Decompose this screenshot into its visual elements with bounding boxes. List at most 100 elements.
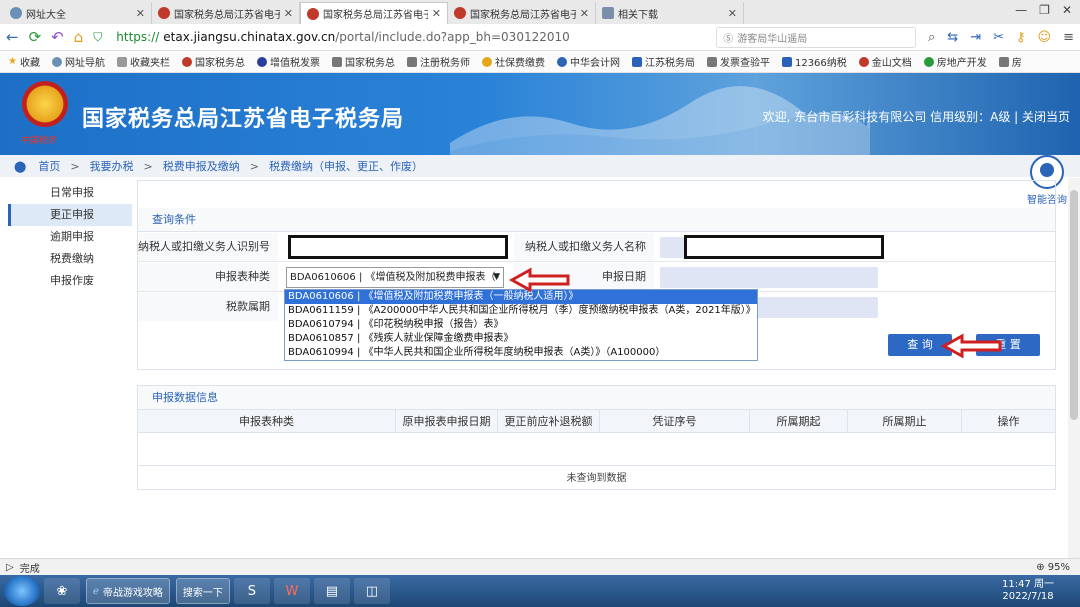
query-row-report-type: 申报表种类 BDA0610606 | 《增值税及附加税费申报表（- ▼ 申报日期 bbox=[138, 263, 1055, 292]
bookmark-item[interactable]: 房 bbox=[998, 54, 1022, 69]
bookmark-item[interactable]: 发票查验平 bbox=[706, 54, 770, 69]
file-explorer-icon[interactable]: ▤ bbox=[313, 578, 350, 604]
reset-button[interactable]: 重 置 bbox=[976, 334, 1040, 356]
minimize-icon[interactable]: — bbox=[1015, 3, 1027, 17]
bookmark-item[interactable]: 房地产开发 bbox=[923, 54, 987, 69]
report-type-dropdown: BDA0610606 | 《增值税及附加税费申报表（一般纳税人适用）》 BDA0… bbox=[284, 289, 758, 361]
report-type-option[interactable]: BDA0610994 | 《中华人民共和国企业所得税年度纳税申报表（A类）》（A… bbox=[285, 346, 757, 360]
scrollbar-thumb[interactable] bbox=[1070, 190, 1078, 420]
globe-icon bbox=[51, 56, 62, 67]
breadcrumb-home[interactable]: 首页 bbox=[38, 158, 60, 174]
sidebar-item-overdue-filing[interactable]: 逾期申报 bbox=[8, 226, 132, 248]
close-icon[interactable]: ✕ bbox=[580, 7, 589, 20]
qq-icon[interactable]: ❀ bbox=[44, 578, 80, 604]
tab-downloads[interactable]: 相关下载 ✕ bbox=[596, 2, 744, 24]
report-date-label: 申报日期 bbox=[514, 263, 654, 291]
close-icon[interactable]: ✕ bbox=[136, 7, 145, 20]
query-button[interactable]: 查 询 bbox=[888, 334, 952, 356]
sidebar-item-routine-filing[interactable]: 日常申报 bbox=[8, 182, 132, 204]
scissors-icon[interactable]: ✂ bbox=[993, 30, 1004, 45]
tab-nav-home[interactable]: 网址大全 ✕ bbox=[4, 2, 152, 24]
tab-etax-3[interactable]: 国家税务总局江苏省电子 ✕ bbox=[448, 2, 596, 24]
column-header: 原申报表申报日期 bbox=[396, 410, 498, 432]
taxpayer-id-field[interactable] bbox=[288, 235, 508, 259]
sidebar-item-tax-payment[interactable]: 税费缴纳 bbox=[8, 248, 132, 270]
window-close-icon[interactable]: ✕ bbox=[1062, 3, 1072, 17]
taxpayer-name-label: 纳税人或扣缴义务人名称 bbox=[514, 233, 654, 261]
sidebar-item-correction-filing[interactable]: 更正申报 bbox=[8, 204, 132, 226]
close-icon[interactable]: ✕ bbox=[728, 7, 737, 20]
breadcrumb-filing[interactable]: 税费申报及缴纳 bbox=[163, 158, 240, 174]
bookmark-item[interactable]: 增值税发票 bbox=[256, 54, 320, 69]
bookmark-item[interactable]: 网址导航 bbox=[51, 54, 105, 69]
url-field[interactable]: https://etax.jiangsu.chinatax.gov.cn/por… bbox=[116, 27, 586, 48]
sogou-icon[interactable]: S bbox=[233, 578, 270, 604]
page-icon bbox=[406, 56, 417, 67]
maximize-icon[interactable]: ❐ bbox=[1039, 3, 1050, 17]
bookmark-item[interactable]: 国家税务总 bbox=[181, 54, 245, 69]
ie-icon: ℯ bbox=[93, 585, 99, 597]
shield-icon: ⛉ bbox=[93, 29, 103, 44]
close-icon[interactable]: ✕ bbox=[432, 7, 441, 20]
browser-status-bar: ▷ 完成 ⊕ 95% bbox=[0, 558, 1080, 575]
invoice-icon bbox=[256, 56, 267, 67]
accounting-icon bbox=[556, 56, 567, 67]
login-icon[interactable]: ⇥ bbox=[970, 30, 981, 45]
bookmark-favorites[interactable]: ★ 收藏 bbox=[8, 54, 40, 69]
bookmark-item[interactable]: 收藏夹栏 bbox=[116, 54, 170, 69]
search-icon[interactable]: ⌕ bbox=[928, 30, 935, 45]
undo-icon[interactable]: ↶ bbox=[51, 28, 64, 46]
wps-icon[interactable]: W bbox=[273, 578, 310, 604]
tab-etax-1[interactable]: 国家税务总局江苏省电子税务局✕ bbox=[152, 2, 300, 24]
taskbar-search[interactable]: 搜索一下 bbox=[175, 578, 230, 604]
browser-search-input[interactable]: Ⓢ 游客局华山遥局 bbox=[716, 26, 917, 48]
bookmark-item[interactable]: 社保费缴费 bbox=[481, 54, 545, 69]
site-title: 国家税务总局江苏省电子税务局 bbox=[82, 107, 405, 132]
report-type-option[interactable]: BDA0610857 | 《残疾人就业保障金缴费申报表》 bbox=[285, 332, 757, 346]
back-icon[interactable]: ← bbox=[6, 28, 19, 46]
smile-icon[interactable]: ☺ bbox=[1038, 30, 1052, 45]
tax-emblem-icon bbox=[454, 7, 466, 19]
close-icon[interactable]: ✕ bbox=[284, 7, 293, 20]
report-type-option[interactable]: BDA0610794 | 《印花税纳税申报（报告）表》 bbox=[285, 318, 757, 332]
bookmark-item[interactable]: 注册税务师 bbox=[406, 54, 470, 69]
report-type-select[interactable]: BDA0610606 | 《增值税及附加税费申报表（- ▼ bbox=[286, 267, 504, 288]
bookmarks-bar: ★ 收藏 网址导航 收藏夹栏 国家税务总 增值税发票 国家税务总 注册税务师 社保… bbox=[0, 51, 1080, 73]
menu-icon[interactable]: ≡ bbox=[1063, 30, 1074, 45]
zoom-level[interactable]: ⊕ 95% bbox=[1036, 562, 1070, 573]
location-pin-icon: ⬤ bbox=[14, 159, 27, 173]
sidebar-item-void-filing[interactable]: 申报作废 bbox=[8, 270, 132, 292]
taskbar-ie-app[interactable]: ℯ 帝战游戏攻略 bbox=[86, 578, 170, 604]
page-scrollbar[interactable] bbox=[1068, 178, 1080, 560]
browser-toolbar: ⌕ ⇆ ⇥ ✂ ⚷ ☺ ≡ bbox=[928, 30, 1074, 45]
bookmark-item[interactable]: 江苏税务局 bbox=[631, 54, 695, 69]
report-type-option[interactable]: BDA0611159 | 《A200000中华人民共和国企业所得税月（季）度预缴… bbox=[285, 304, 757, 318]
bookmark-item[interactable]: 金山文档 bbox=[858, 54, 912, 69]
taxpayer-name-redaction bbox=[684, 235, 884, 259]
bookmark-item[interactable]: 中华会计网 bbox=[556, 54, 620, 69]
report-type-option[interactable]: BDA0610606 | 《增值税及附加税费申报表（一般纳税人适用）》 bbox=[285, 290, 757, 304]
app-icon[interactable]: ◫ bbox=[353, 578, 390, 604]
refresh-icon[interactable]: ⟳ bbox=[29, 28, 42, 46]
caret-down-icon: ▼ bbox=[493, 272, 500, 282]
folder-icon bbox=[116, 56, 127, 67]
query-row-taxpayer: 纳税人或扣缴义务人识别号 纳税人或扣缴义务人名称 bbox=[138, 233, 1055, 262]
breadcrumb-tax-handling[interactable]: 我要办税 bbox=[90, 158, 134, 174]
system-clock[interactable]: 11:47 周一 2022/7/18 bbox=[1002, 579, 1054, 603]
tab-etax-active[interactable]: 国家税务总局江苏省电子 ✕ bbox=[300, 2, 448, 24]
user-welcome[interactable]: 欢迎, 东台市百彩科技有限公司 信用级别：A级 | 关闭当页 bbox=[763, 108, 1070, 125]
breadcrumb-current[interactable]: 税费缴纳（申报、更正、作废） bbox=[269, 158, 423, 174]
window-controls: — ❐ ✕ bbox=[1015, 3, 1072, 17]
bookmark-item[interactable]: 国家税务总 bbox=[331, 54, 395, 69]
home-icon[interactable]: ⌂ bbox=[74, 28, 84, 46]
translate-icon[interactable]: ⇆ bbox=[947, 30, 958, 45]
start-button[interactable] bbox=[4, 576, 40, 606]
breadcrumb: ⬤ 首页 > 我要办税 > 税费申报及缴纳 > 税费缴纳（申报、更正、作废） bbox=[0, 155, 1080, 177]
status-icon: ▷ bbox=[6, 561, 14, 573]
key-icon[interactable]: ⚷ bbox=[1016, 30, 1026, 45]
report-date-start[interactable] bbox=[660, 267, 878, 288]
emblem-caption: 中国税务 bbox=[20, 136, 57, 146]
wechat-icon bbox=[923, 56, 934, 67]
taxpayer-id-label: 纳税人或扣缴义务人识别号 bbox=[138, 233, 278, 261]
bookmark-item[interactable]: 12366纳税 bbox=[781, 54, 847, 69]
